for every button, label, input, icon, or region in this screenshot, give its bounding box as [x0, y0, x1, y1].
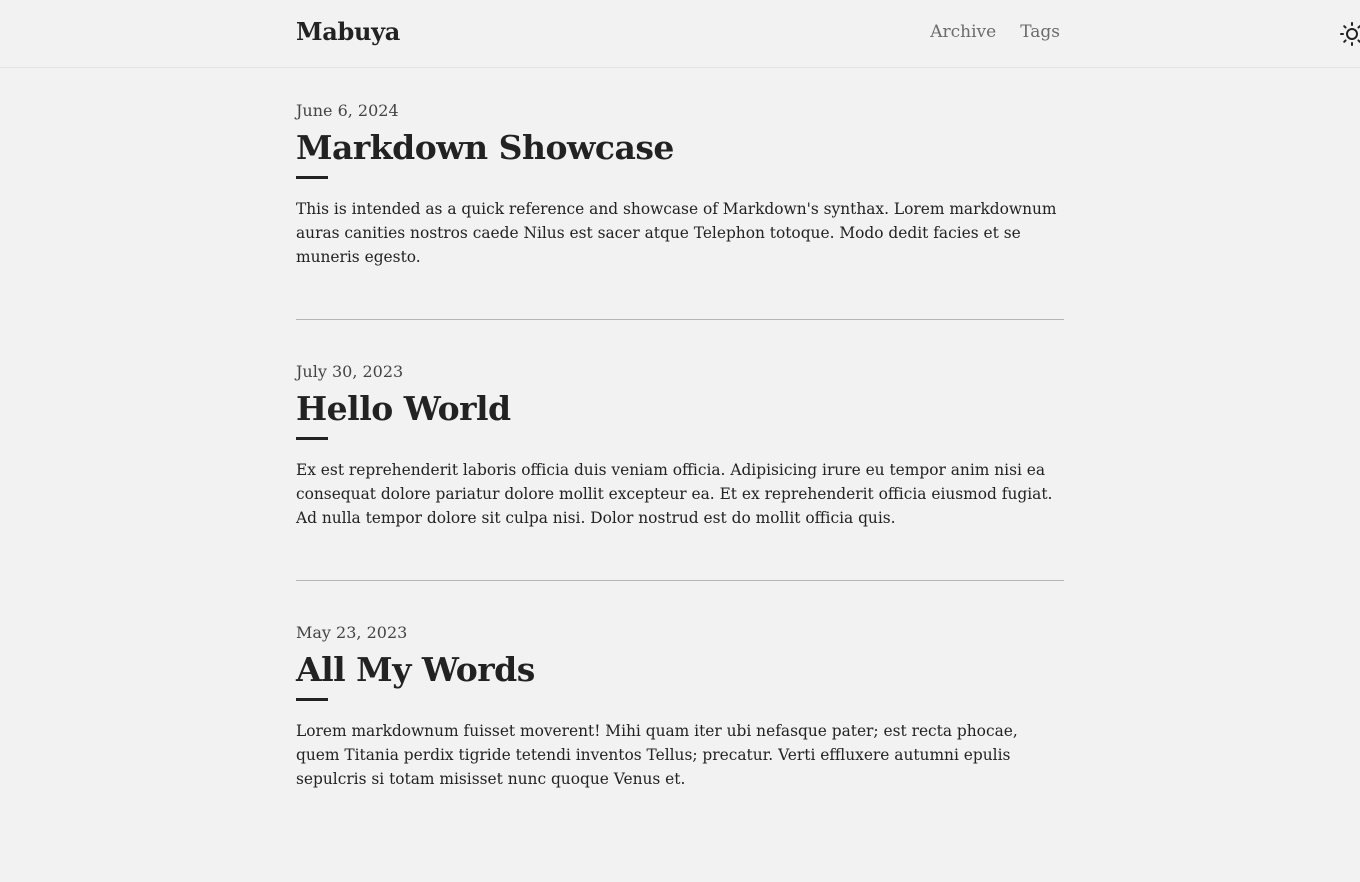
- post-item: May 23, 2023 All My Words Lorem markdown…: [296, 622, 1064, 841]
- site-title-link[interactable]: Mabuya: [296, 17, 400, 46]
- post-title-link[interactable]: Markdown Showcase: [296, 126, 674, 170]
- nav-tags-link[interactable]: Tags: [1020, 22, 1060, 42]
- post-item: July 30, 2023 Hello World Ex est reprehe…: [296, 361, 1064, 581]
- post-title-link[interactable]: Hello World: [296, 387, 511, 431]
- post-title-link[interactable]: All My Words: [296, 648, 535, 692]
- title-underline: [296, 698, 328, 701]
- post-excerpt: Ex est reprehenderit laboris officia dui…: [296, 461, 1053, 527]
- site-header: Mabuya Archive Tags: [0, 0, 1360, 68]
- nav-archive-link[interactable]: Archive: [930, 22, 996, 42]
- theme-toggle-button[interactable]: [1340, 22, 1360, 46]
- post-item: June 6, 2024 Markdown Showcase This is i…: [296, 100, 1064, 320]
- post-excerpt: This is intended as a quick reference an…: [296, 200, 1057, 266]
- title-underline: [296, 437, 328, 440]
- post-excerpt: Lorem markdownum fuisset moverent! Mihi …: [296, 722, 1018, 788]
- main-nav: Archive Tags: [930, 22, 1060, 42]
- post-date: June 6, 2024: [296, 101, 399, 120]
- sun-icon: [1340, 22, 1360, 46]
- post-date: July 30, 2023: [296, 362, 404, 381]
- title-underline: [296, 176, 328, 179]
- post-date: May 23, 2023: [296, 623, 408, 642]
